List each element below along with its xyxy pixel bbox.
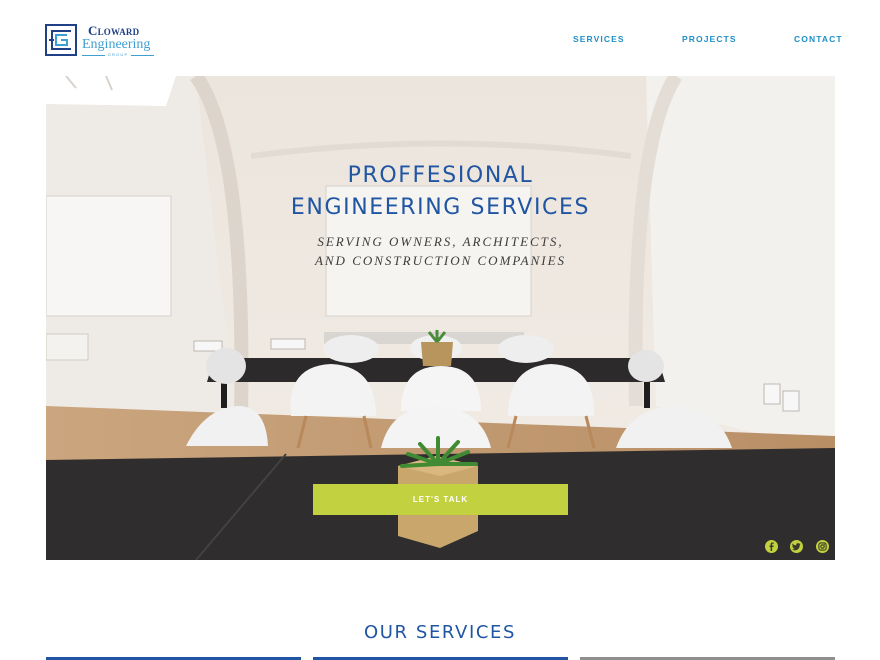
- site-header: Cloward Engineering GROUP SERVICES PROJE…: [0, 0, 880, 76]
- logo-mark-icon: [45, 24, 77, 56]
- lets-talk-button[interactable]: LET'S TALK: [313, 484, 568, 515]
- hero-title: PROFFESIONAL ENGINEERING SERVICES: [290, 163, 591, 220]
- logo-rule-left: [82, 54, 105, 56]
- hero-banner: PROFFESIONAL ENGINEERING SERVICES SERVIN…: [46, 76, 835, 560]
- logo-line-cloward: Cloward: [88, 23, 140, 38]
- nav-link-services[interactable]: SERVICES: [573, 34, 625, 44]
- facebook-icon[interactable]: [765, 540, 778, 553]
- instagram-icon[interactable]: [816, 540, 829, 553]
- our-services-heading: OUR SERVICES: [363, 622, 517, 643]
- logo-wordmark: Cloward Engineering GROUP: [82, 24, 162, 58]
- logo-rule-right: [131, 54, 155, 56]
- logo-group-text: GROUP: [107, 52, 129, 57]
- logo-line-engineering: Engineering: [82, 37, 151, 52]
- twitter-glyph: [792, 543, 801, 551]
- nav-link-contact[interactable]: CONTACT: [794, 34, 843, 44]
- logo-line-group: GROUP: [82, 52, 155, 58]
- instagram-glyph: [818, 542, 827, 551]
- hero-subtitle: SERVING OWNERS, ARCHITECTS, AND CONSTRUC…: [314, 234, 567, 268]
- nav-link-projects[interactable]: PROJECTS: [682, 34, 737, 44]
- facebook-glyph: [769, 542, 774, 551]
- logo[interactable]: Cloward Engineering GROUP: [45, 24, 160, 58]
- twitter-icon[interactable]: [790, 540, 803, 553]
